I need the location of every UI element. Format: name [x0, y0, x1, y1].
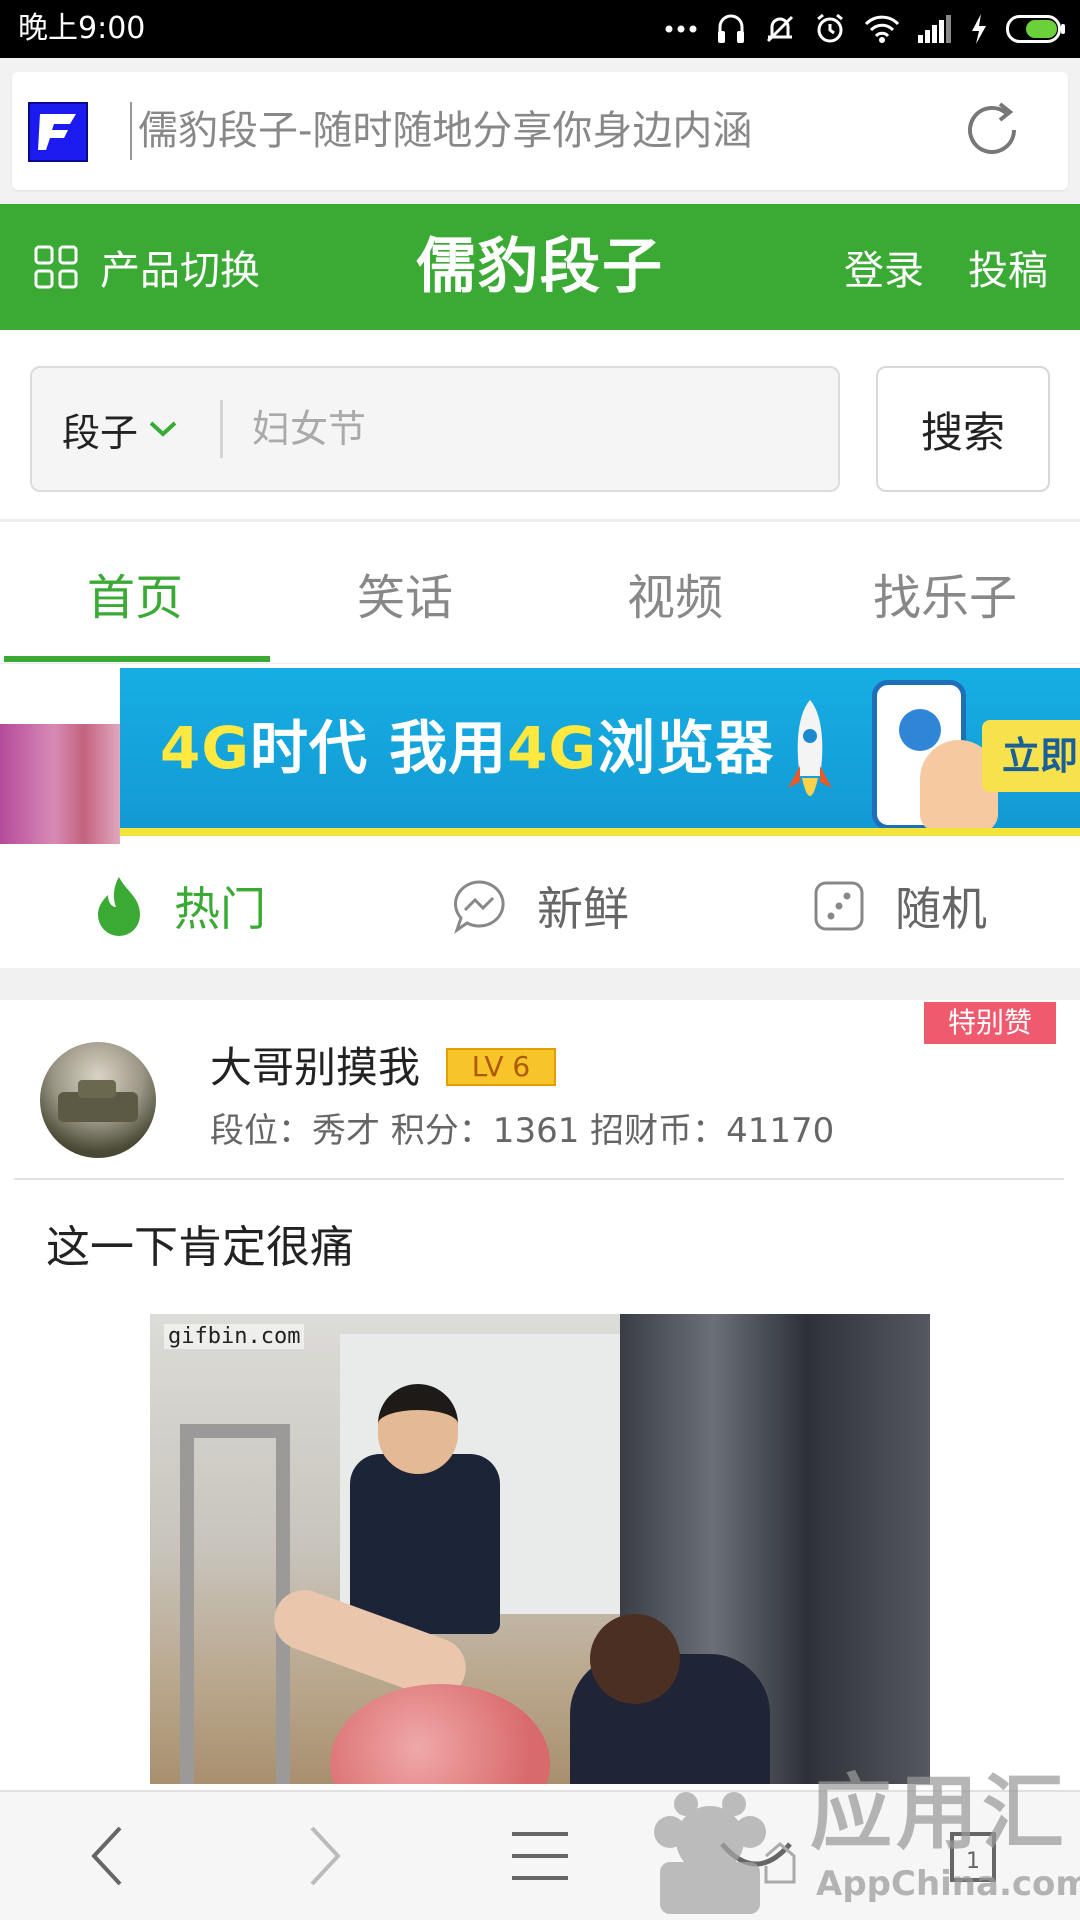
site-header: 产品切换 儒豹段子 登录 投稿: [0, 204, 1080, 330]
tab-count: 1: [966, 1849, 980, 1874]
search-box: 段子: [30, 366, 840, 492]
headset-icon: [718, 14, 744, 43]
alarm-icon: [817, 13, 843, 43]
site-favicon-icon: [28, 102, 88, 162]
battery-icon: [1006, 15, 1065, 43]
submit-link[interactable]: 投稿: [968, 238, 1048, 296]
banner-text-part4: 浏览器: [597, 714, 775, 782]
grid-icon: [34, 245, 78, 289]
wifi-icon: [864, 15, 900, 43]
subtab-new[interactable]: 新鲜: [360, 844, 720, 968]
tabs-button[interactable]: 1: [864, 1792, 1080, 1920]
messenger-bolt-icon: [454, 880, 505, 934]
tab-jokes[interactable]: 笑话: [270, 522, 540, 664]
product-switch-button[interactable]: 产品切换: [34, 204, 260, 330]
person-head: [378, 1384, 458, 1474]
tab-fun[interactable]: 找乐子: [810, 522, 1080, 664]
home-smile-icon: [720, 1842, 796, 1884]
banner-text-part2: 时代 我用: [249, 714, 508, 782]
section-gap: [0, 968, 1080, 1000]
refresh-icon[interactable]: [956, 94, 1028, 166]
category-select-label: 段子: [62, 410, 139, 455]
back-icon: [91, 1826, 122, 1886]
banner-text-part1: 4G: [160, 714, 250, 782]
post-title[interactable]: 这一下肯定很痛: [46, 1218, 354, 1278]
banner-left-image: [0, 724, 120, 844]
subtab-new-label: 新鲜: [537, 882, 629, 936]
login-link[interactable]: 登录: [844, 238, 924, 296]
ad-banner[interactable]: 4G时代 我用4G浏览器 立即: [0, 664, 1080, 844]
subtab-hot-label: 热门: [174, 882, 266, 936]
main-tabs: 首页 笑话 视频 找乐子: [0, 522, 1080, 664]
home-button[interactable]: [648, 1792, 864, 1920]
second-person-head: [590, 1614, 680, 1704]
rocket-icon: [788, 700, 832, 796]
charging-bolt-icon: [972, 14, 986, 44]
product-switch-label: 产品切换: [100, 248, 260, 294]
tab-videos[interactable]: 视频: [540, 522, 810, 664]
image-watermark: gifbin.com: [164, 1324, 305, 1349]
menu-icon: [512, 1832, 568, 1880]
subtab-random-label: 随机: [895, 882, 987, 936]
dice-icon: [814, 881, 864, 931]
person-torso: [350, 1454, 500, 1634]
more-dots-icon: [665, 25, 697, 33]
subtab-random[interactable]: 随机: [720, 844, 1080, 968]
gym-frame: [180, 1424, 290, 1784]
phone-badge: [899, 709, 941, 751]
special-badge: 特别赞: [924, 1002, 1056, 1044]
site-logo[interactable]: 儒豹段子: [390, 222, 690, 312]
status-icons: [664, 10, 1066, 48]
sub-tabs: 热门 新鲜 随机: [0, 844, 1080, 968]
menu-button[interactable]: [432, 1792, 648, 1920]
browser-bottom-toolbar: 1: [0, 1790, 1080, 1920]
user-stats: 段位：秀才 积分：1361 招财币：41170: [210, 1111, 835, 1151]
status-bar: 晚上9:00: [0, 0, 1080, 58]
banner-strip: [120, 828, 1080, 836]
forward-button[interactable]: [216, 1792, 432, 1920]
banner-headline: 4G时代 我用4G浏览器: [160, 708, 774, 788]
tab-home[interactable]: 首页: [0, 522, 270, 664]
avatar[interactable]: [40, 1042, 156, 1158]
url-text[interactable]: 儒豹段子-随时随地分享你身边内涵: [130, 102, 844, 160]
post-card: 特别赞 大哥别摸我 LV 6 段位：秀才 积分：1361 招财币：41170 这…: [0, 1000, 1080, 1790]
subtab-hot[interactable]: 热门: [0, 844, 360, 968]
status-time: 晚上9:00: [18, 11, 146, 46]
flame-icon: [98, 877, 140, 936]
banner-text-part3: 4G: [507, 714, 598, 782]
address-bar-area: 儒豹段子-随时随地分享你身边内涵: [0, 58, 1080, 204]
avatar-tank-turret: [78, 1080, 116, 1098]
header-links: 登录 投稿: [844, 204, 1048, 330]
post-divider: [14, 1178, 1064, 1180]
search-button[interactable]: 搜索: [876, 366, 1050, 492]
search-row: 段子 搜索: [0, 330, 1080, 522]
category-select[interactable]: 段子: [62, 368, 178, 490]
tabs-icon: 1: [950, 1832, 996, 1882]
signal-icon: [918, 15, 951, 43]
gym-ball: [330, 1684, 550, 1784]
level-badge: LV 6: [446, 1048, 556, 1086]
address-bar[interactable]: 儒豹段子-随时随地分享你身边内涵: [12, 72, 1068, 190]
username[interactable]: 大哥别摸我: [210, 1040, 420, 1096]
mute-bell-icon: [766, 15, 794, 43]
chevron-down-icon: [149, 421, 177, 437]
search-divider: [220, 400, 223, 458]
back-button[interactable]: [0, 1792, 216, 1920]
forward-icon: [310, 1826, 341, 1886]
banner-main: 4G时代 我用4G浏览器 立即: [120, 668, 1080, 832]
banner-cta-button[interactable]: 立即: [982, 720, 1080, 792]
post-gif-image[interactable]: gifbin.com: [150, 1314, 930, 1784]
search-input[interactable]: [252, 368, 812, 490]
